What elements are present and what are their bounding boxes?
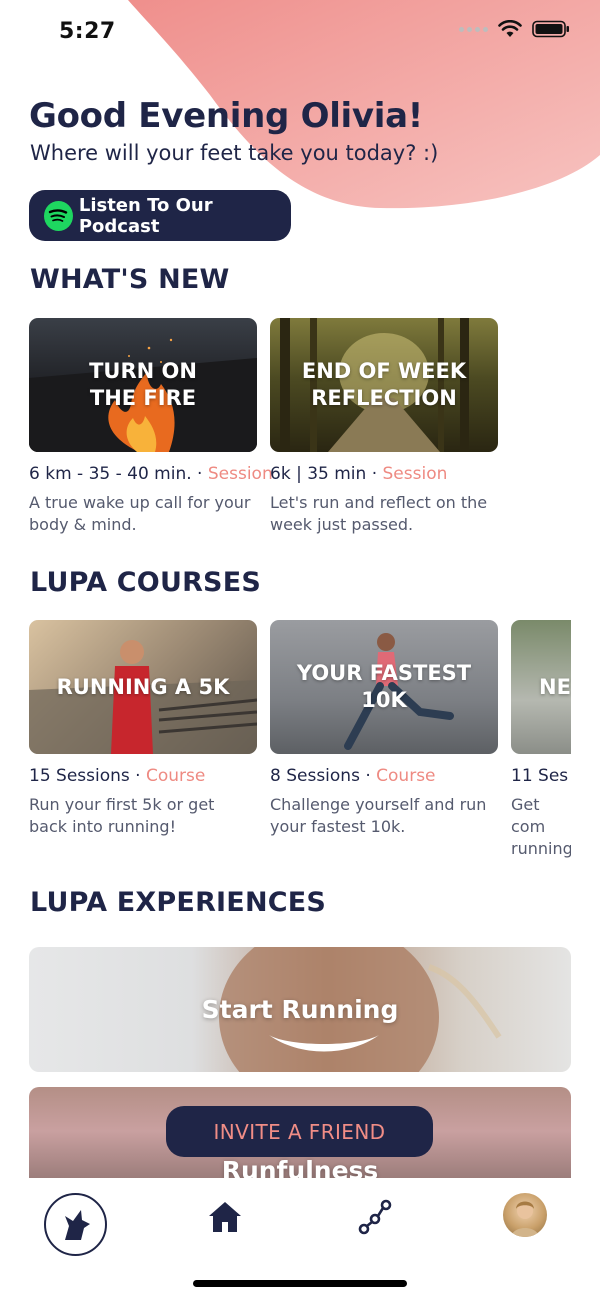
profile-avatar[interactable] <box>503 1193 547 1237</box>
course-card-meta: 11 Ses <box>511 766 569 786</box>
session-tag: Session <box>382 464 448 484</box>
network-icon <box>358 1199 392 1235</box>
podcast-button[interactable]: Listen To Our Podcast <box>29 190 291 241</box>
course-card-10k[interactable]: YOUR FASTEST 10K 8 Sessions · Course Cha… <box>270 620 498 838</box>
battery-icon <box>532 20 569 38</box>
whats-new-heading: WHAT'S NEW <box>30 264 230 295</box>
podcast-button-label: Listen To Our Podcast <box>78 194 213 237</box>
course-card-image-title: RUNNING A 5K <box>56 674 230 699</box>
status-icons <box>459 20 570 38</box>
course-card-description: Challenge yourself and run your fastest … <box>270 795 487 836</box>
course-card-image: YOUR FASTEST 10K <box>270 620 498 754</box>
course-card-meta: 8 Sessions · Course <box>270 766 436 786</box>
course-card-image-title: NE <box>539 674 571 699</box>
course-card-5k[interactable]: RUNNING A 5K 15 Sessions · Course Run yo… <box>29 620 257 838</box>
session-card-meta: 6k | 35 min · Session <box>270 464 448 484</box>
home-indicator <box>193 1280 407 1287</box>
wifi-icon <box>498 20 522 37</box>
session-tag: Session <box>207 464 273 484</box>
session-card-fire[interactable]: TURN ON THE FIRE 6 km - 35 - 40 min. · S… <box>29 318 273 536</box>
course-card-partial[interactable]: NE 11 Ses Get com running <box>511 620 571 860</box>
experiences-heading: LUPA EXPERIENCES <box>30 887 327 918</box>
session-card-image-title: END OF WEEK REFLECTION <box>301 359 467 410</box>
home-icon <box>209 1202 241 1232</box>
tab-home[interactable] <box>204 1196 246 1238</box>
experience-title: Start Running <box>201 995 399 1024</box>
courses-carousel[interactable]: RUNNING A 5K 15 Sessions · Course Run yo… <box>0 600 571 860</box>
course-tag: Course <box>376 766 436 786</box>
session-card-image-title: TURN ON THE FIRE <box>89 359 197 410</box>
session-card-image: TURN ON THE FIRE <box>29 318 257 452</box>
courses-heading: LUPA COURSES <box>30 567 261 598</box>
wolf-logo-icon <box>64 1209 90 1240</box>
tab-wolf-logo[interactable] <box>44 1193 107 1256</box>
status-time: 5:27 <box>59 19 116 44</box>
avatar-image <box>511 1201 539 1237</box>
session-card-reflection[interactable]: END OF WEEK REFLECTION 6k | 35 min · Ses… <box>270 318 498 536</box>
experience-card-start-running[interactable]: Start Running <box>29 947 571 1072</box>
greeting-title: Good Evening Olivia! <box>29 96 423 136</box>
course-card-description: Run your first 5k or get back into runni… <box>29 795 215 836</box>
session-card-description: Let's run and reflect on the week just p… <box>270 493 488 534</box>
signal-icon <box>459 26 488 32</box>
course-tag: Course <box>145 766 206 786</box>
course-card-image: NE <box>511 620 571 754</box>
invite-friend-button[interactable]: INVITE A FRIEND <box>166 1106 433 1157</box>
tab-network[interactable] <box>354 1196 396 1238</box>
session-card-image: END OF WEEK REFLECTION <box>270 318 498 452</box>
spotify-icon <box>44 200 73 231</box>
session-card-description: A true wake up call for your body & mind… <box>29 493 251 534</box>
course-card-description: Get com running <box>511 795 571 858</box>
session-card-meta: 6 km - 35 - 40 min. · Session <box>29 464 273 484</box>
course-card-image-title: YOUR FASTEST 10K <box>296 661 472 712</box>
course-card-meta: 15 Sessions · Course <box>29 766 206 786</box>
course-card-image: RUNNING A 5K <box>29 620 257 754</box>
greeting-subtitle: Where will your feet take you today? :) <box>30 141 439 165</box>
